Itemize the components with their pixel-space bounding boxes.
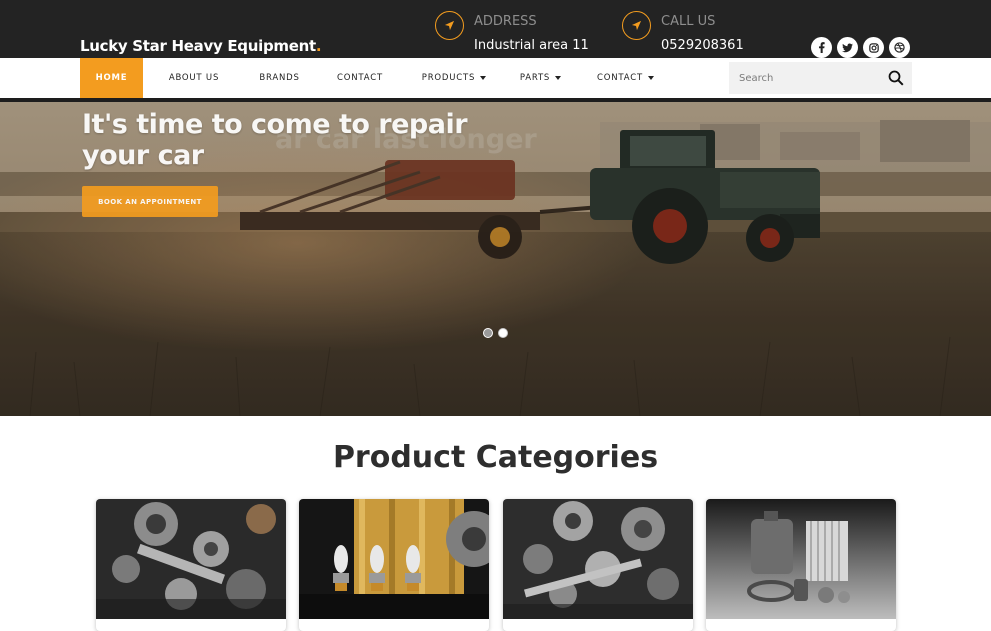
- facebook-icon[interactable]: [811, 37, 832, 58]
- hero-title: It's time to come to repair your car: [82, 109, 468, 171]
- nav-label: PRODUCTS: [421, 73, 476, 83]
- nav-label: BRANDS: [259, 73, 300, 83]
- search-box: [729, 62, 912, 94]
- category-card[interactable]: [299, 499, 489, 631]
- nav-item-parts[interactable]: PARTS: [502, 58, 579, 98]
- caret-down-icon: [647, 76, 654, 80]
- nav-item-contact[interactable]: CONTACT: [314, 58, 406, 98]
- nav-item-about-us[interactable]: ABOUT US: [143, 58, 245, 98]
- nav-menu: HOME ABOUT US BRANDS CONTACT PRODUCTS PA…: [80, 58, 672, 98]
- nav-label: ABOUT US: [168, 73, 220, 83]
- category-card[interactable]: [503, 499, 693, 631]
- caret-down-icon: [480, 76, 487, 80]
- nav-item-products[interactable]: PRODUCTS: [406, 58, 502, 98]
- hero-slider: ar car last longer It's time to come to …: [0, 102, 991, 416]
- twitter-icon[interactable]: [837, 37, 858, 58]
- brand-logo[interactable]: Lucky Star Heavy Equipment.: [80, 37, 322, 55]
- dribbble-icon[interactable]: [889, 37, 910, 58]
- location-arrow-icon: [435, 11, 464, 40]
- instagram-icon[interactable]: [863, 37, 884, 58]
- call-info: CALL US 0529208361: [622, 11, 744, 53]
- section-title: Product Categories: [332, 440, 659, 475]
- location-arrow-icon: [622, 11, 651, 40]
- social-links: [811, 37, 910, 58]
- address-value: Industrial area 11: [474, 38, 589, 53]
- nav-item-home[interactable]: HOME: [80, 58, 143, 98]
- caret-down-icon: [555, 76, 562, 80]
- phone-value[interactable]: 0529208361: [661, 39, 744, 53]
- engine-parts-photo: [96, 499, 286, 619]
- nav-label: CONTACT: [337, 73, 383, 83]
- brand-name: Lucky Star Heavy Equipment: [80, 37, 316, 55]
- category-card[interactable]: [706, 499, 896, 631]
- slider-dot-1[interactable]: [483, 328, 493, 338]
- top-bar: Lucky Star Heavy Equipment. ADDRESS Indu…: [0, 0, 991, 58]
- search-icon[interactable]: [888, 70, 904, 86]
- oil-filter-parts-photo: [706, 499, 896, 619]
- call-label: CALL US: [661, 14, 716, 29]
- address-info: ADDRESS Industrial area 11: [435, 11, 589, 53]
- slider-dots: [483, 328, 508, 338]
- address-label: ADDRESS: [474, 14, 537, 29]
- brand-dot: .: [315, 37, 322, 55]
- book-appointment-button[interactable]: BOOK AN APPOINTMENT: [82, 186, 218, 217]
- headlight-bulbs-photo: [299, 499, 489, 619]
- slider-dot-2[interactable]: [498, 328, 508, 338]
- main-navbar: HOME ABOUT US BRANDS CONTACT PRODUCTS PA…: [0, 58, 991, 98]
- category-card[interactable]: [96, 499, 286, 631]
- nav-item-brands[interactable]: BRANDS: [245, 58, 314, 98]
- nav-item-contact-dropdown[interactable]: CONTACT: [579, 58, 672, 98]
- nav-label: HOME: [95, 73, 128, 83]
- nav-label: CONTACT: [597, 73, 643, 83]
- search-input[interactable]: [729, 62, 874, 94]
- nav-label: PARTS: [519, 73, 551, 83]
- transmission-parts-photo: [503, 499, 693, 619]
